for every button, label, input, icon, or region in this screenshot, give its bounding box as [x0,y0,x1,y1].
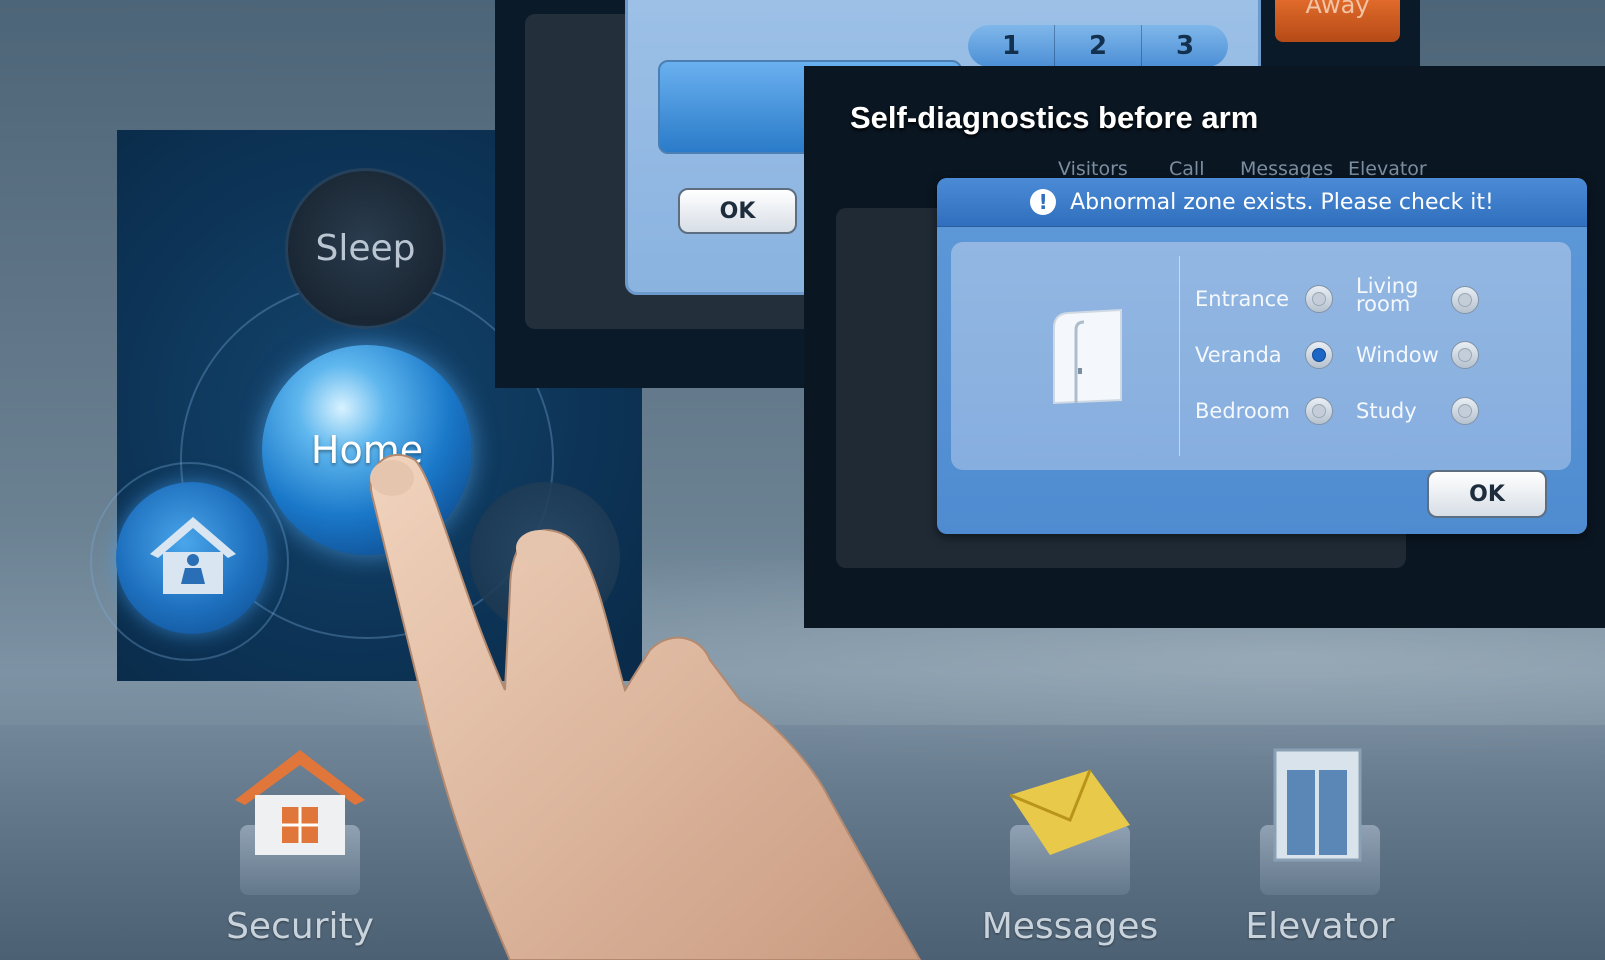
dock-messages-button[interactable]: Messages [975,745,1165,955]
exclamation-icon: ! [1030,189,1057,215]
zone-study[interactable]: Study [1356,397,1479,425]
person-house-icon [150,517,236,594]
dock-elevator-button[interactable]: Elevator [1225,745,1415,955]
house-icon [235,750,365,855]
dock-label-elevator: Elevator [1245,906,1395,947]
divider [1179,256,1180,456]
away-tab[interactable]: Away [1275,0,1400,42]
zone-veranda[interactable]: Veranda [1195,341,1333,369]
zone-label: Study [1356,399,1417,423]
dialog-message: Abnormal zone exists. Please check it! [1070,189,1494,215]
background-ok-button[interactable]: OK [678,188,797,234]
envelope-icon [1009,769,1130,855]
toolbar-elevator[interactable]: Elevator [1348,158,1427,180]
zone-label: Living room [1356,274,1419,316]
page-1-button[interactable]: 1 [968,25,1055,67]
zone-entrance[interactable]: Entrance [1195,285,1333,313]
toolbar-visitors[interactable]: Visitors [1058,158,1128,180]
zone-panel: Entrance Living room Veranda Window Bedr… [951,242,1571,470]
zone-radio[interactable] [1451,286,1479,314]
zone-radio[interactable] [1451,341,1479,369]
toolbar-messages[interactable]: Messages [1240,158,1333,180]
zone-label: Window [1356,343,1439,367]
zone-radio[interactable] [1305,341,1333,369]
zone-bedroom[interactable]: Bedroom [1195,397,1333,425]
page-selector[interactable]: 1 2 3 [968,25,1228,67]
dialog-header: ! Abnormal zone exists. Please check it! [937,178,1587,227]
window-title: Self-diagnostics before arm [850,100,1259,135]
zone-label: Entrance [1195,287,1290,311]
pointing-hand-image [369,454,922,960]
elevator-icon [1273,748,1362,862]
page-2-button[interactable]: 2 [1055,25,1142,67]
zone-radio[interactable] [1305,397,1333,425]
zone-window[interactable]: Window [1356,341,1479,369]
zone-label: Veranda [1195,343,1282,367]
page-3-button[interactable]: 3 [1142,25,1228,67]
sleep-mode-button[interactable]: Sleep [285,168,446,329]
zone-living-room[interactable]: Living room [1356,274,1479,316]
zone-radio[interactable] [1451,397,1479,425]
dock-label-messages: Messages [981,906,1159,947]
toolbar-call[interactable]: Call [1169,158,1204,180]
ok-button[interactable]: OK [1427,470,1547,518]
zone-label: Bedroom [1195,399,1290,423]
zone-radio[interactable] [1305,285,1333,313]
abnormal-zone-dialog: ! Abnormal zone exists. Please check it!… [937,178,1587,534]
sleep-label: Sleep [315,228,416,269]
away-mode-button[interactable] [116,482,268,634]
door-icon [1053,308,1122,405]
